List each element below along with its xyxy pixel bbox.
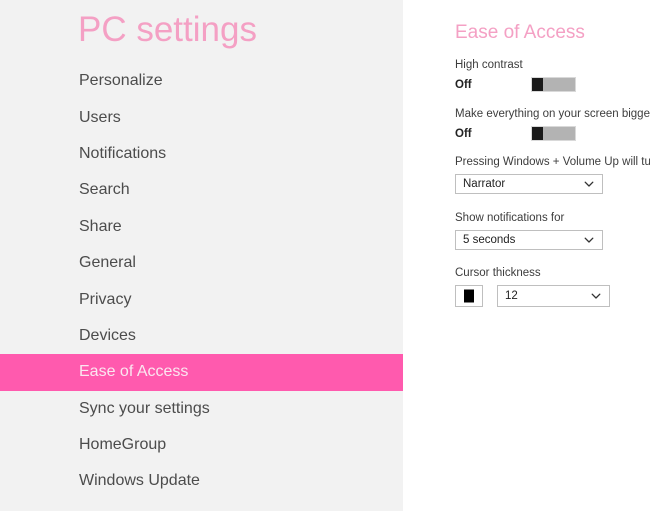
win-volume-shortcut-setting: Pressing Windows + Volume Up will turn o…: [455, 155, 650, 194]
high-contrast-control-row: Off: [455, 77, 650, 93]
sidebar-item-devices[interactable]: Devices: [0, 318, 403, 354]
sidebar-item-label: Notifications: [79, 144, 167, 162]
sidebar-item-label: Ease of Access: [79, 363, 189, 381]
sidebar-item-label: Devices: [79, 326, 136, 344]
sidebar-item-windows-update[interactable]: Windows Update: [0, 463, 403, 499]
high-contrast-toggle[interactable]: [531, 77, 576, 92]
sidebar-item-label: Users: [79, 108, 121, 126]
screen-bigger-state: Off: [455, 128, 472, 140]
win-volume-shortcut-value: Narrator: [463, 178, 506, 190]
screen-bigger-control-row: Off: [455, 126, 650, 142]
screen-bigger-setting: Make everything on your screen bigger Of…: [455, 107, 650, 142]
ease-of-access-panel: Ease of Access High contrast Off Make ev…: [455, 0, 650, 511]
sidebar-item-homegroup[interactable]: HomeGroup: [0, 427, 403, 463]
cursor-thickness-value: 12: [505, 290, 518, 302]
sidebar-item-general[interactable]: General: [0, 245, 403, 281]
sidebar-item-label: Share: [79, 217, 122, 235]
toggle-thumb-icon: [532, 127, 543, 140]
chevron-down-icon: [584, 237, 594, 243]
notification-duration-select[interactable]: 5 seconds: [455, 230, 603, 250]
screen-bigger-label: Make everything on your screen bigger: [455, 108, 650, 120]
sidebar-item-label: Privacy: [79, 290, 132, 308]
sidebar-item-label: Windows Update: [79, 472, 200, 490]
settings-sidebar: PC settings Personalize Users Notificati…: [0, 0, 403, 511]
high-contrast-label: High contrast: [455, 59, 523, 71]
sidebar-item-label: Search: [79, 181, 130, 199]
sidebar-item-users[interactable]: Users: [0, 99, 403, 135]
notification-duration-setting: Show notifications for 5 seconds: [455, 211, 650, 250]
sidebar-item-label: General: [79, 254, 136, 272]
win-volume-shortcut-select[interactable]: Narrator: [455, 174, 603, 194]
sidebar-item-sync-your-settings[interactable]: Sync your settings: [0, 391, 403, 427]
panel-title: Ease of Access: [455, 22, 585, 43]
chevron-down-icon: [584, 181, 594, 187]
sidebar-item-search[interactable]: Search: [0, 172, 403, 208]
cursor-thickness-label: Cursor thickness: [455, 267, 541, 279]
sidebar-nav-list: Personalize Users Notifications Search S…: [0, 63, 403, 500]
cursor-thickness-preview: [455, 285, 483, 307]
sidebar-item-share[interactable]: Share: [0, 209, 403, 245]
sidebar-item-personalize[interactable]: Personalize: [0, 63, 403, 99]
sidebar-item-notifications[interactable]: Notifications: [0, 136, 403, 172]
toggle-thumb-icon: [532, 78, 543, 91]
cursor-thickness-setting: Cursor thickness 12: [455, 266, 650, 307]
high-contrast-state: Off: [455, 79, 472, 91]
cursor-thickness-select[interactable]: 12: [497, 285, 610, 307]
chevron-down-icon: [591, 293, 601, 299]
sidebar-item-ease-of-access[interactable]: Ease of Access: [0, 354, 403, 391]
page-title: PC settings: [78, 10, 257, 49]
notification-duration-label: Show notifications for: [455, 212, 565, 224]
win-volume-shortcut-label: Pressing Windows + Volume Up will turn o…: [455, 156, 650, 168]
sidebar-item-label: HomeGroup: [79, 436, 167, 454]
cursor-thickness-preview-icon: [464, 289, 474, 303]
notification-duration-value: 5 seconds: [463, 234, 516, 246]
high-contrast-setting: High contrast Off: [455, 58, 650, 93]
screen-bigger-toggle[interactable]: [531, 126, 576, 141]
sidebar-item-label: Sync your settings: [79, 399, 210, 417]
sidebar-item-privacy[interactable]: Privacy: [0, 281, 403, 317]
sidebar-item-label: Personalize: [79, 72, 163, 90]
cursor-thickness-control-row: 12: [455, 285, 650, 307]
